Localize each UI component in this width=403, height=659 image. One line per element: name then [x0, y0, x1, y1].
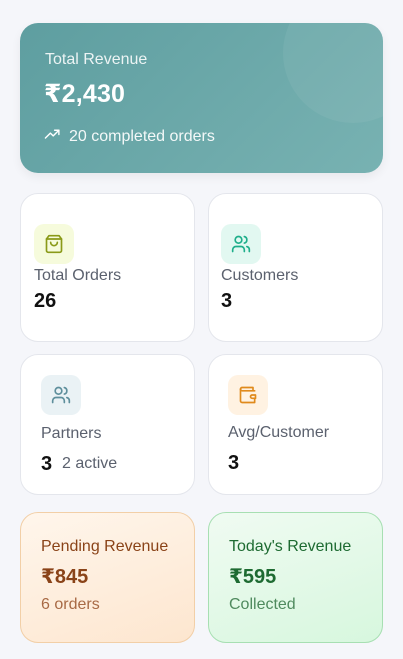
pending-revenue-amount: ₹845: [41, 566, 89, 588]
todays-revenue-status: Collected: [229, 596, 296, 613]
pending-orders-count: 6 orders: [41, 596, 100, 613]
todays-revenue-label: Today's Revenue: [229, 538, 352, 555]
todays-revenue-card[interactable]: Today's Revenue ₹595 Collected: [208, 512, 383, 643]
customers-card[interactable]: Customers 3: [208, 193, 383, 342]
customers-label: Customers: [221, 267, 299, 284]
partners-active-count: 2 active: [62, 455, 118, 472]
users-icon: [41, 375, 81, 415]
partners-card[interactable]: Partners 3 2 active: [20, 354, 195, 495]
decorative-circle: [283, 23, 383, 123]
total-revenue-card[interactable]: Total Revenue ₹2,430 20 completed orders: [20, 23, 383, 173]
completed-orders-row: 20 completed orders: [44, 126, 215, 148]
completed-orders-text: 20 completed orders: [69, 128, 215, 145]
pending-revenue-label: Pending Revenue: [41, 538, 169, 555]
pending-revenue-card[interactable]: Pending Revenue ₹845 6 orders: [20, 512, 195, 643]
shopping-bag-icon: [34, 224, 74, 264]
total-revenue-amount: ₹2,430: [44, 80, 126, 108]
total-orders-card[interactable]: Total Orders 26: [20, 193, 195, 342]
customers-value: 3: [221, 290, 233, 312]
total-orders-value: 26: [34, 290, 57, 312]
avg-customer-label: Avg/Customer: [228, 424, 330, 441]
avg-customer-value: 3: [228, 452, 240, 474]
partners-label: Partners: [41, 425, 102, 442]
total-orders-label: Total Orders: [34, 267, 122, 284]
avg-customer-card[interactable]: Avg/Customer 3: [208, 354, 383, 495]
total-revenue-label: Total Revenue: [45, 51, 148, 68]
todays-revenue-amount: ₹595: [229, 566, 277, 588]
wallet-icon: [228, 375, 268, 415]
trending-up-icon: [44, 126, 61, 148]
users-icon: [221, 224, 261, 264]
partners-value: 3: [41, 453, 53, 475]
